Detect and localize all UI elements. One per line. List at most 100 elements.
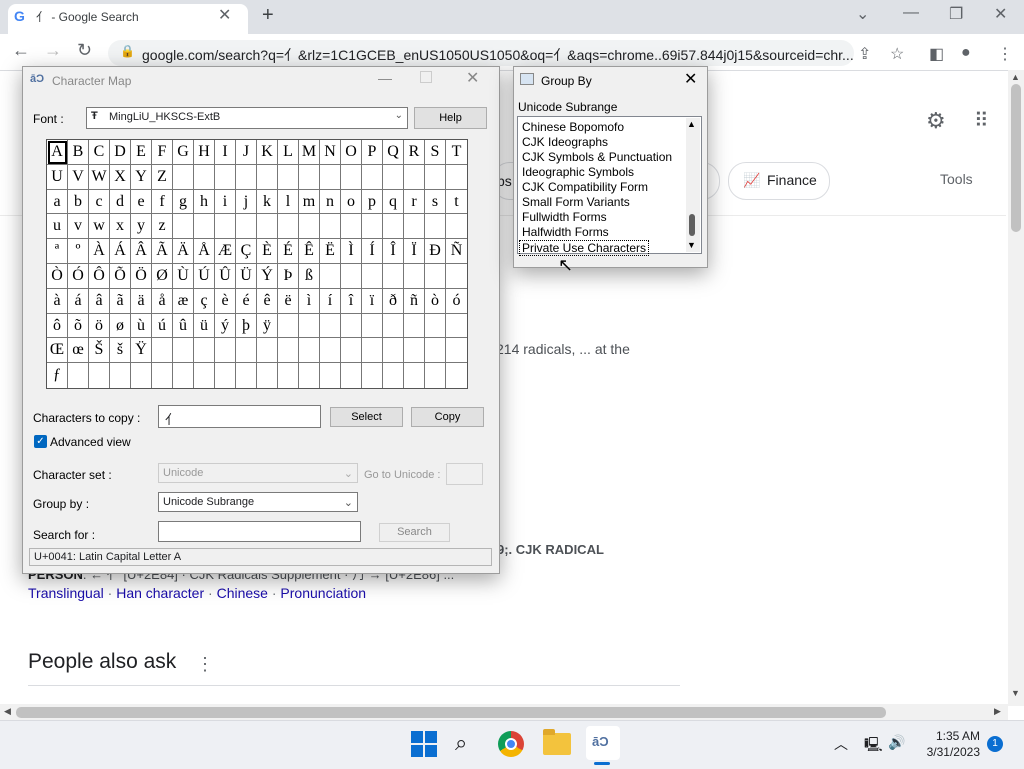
character-cell[interactable]: N: [320, 140, 341, 165]
reload-icon[interactable]: ↻: [77, 40, 92, 61]
character-cell[interactable]: R: [404, 140, 425, 165]
character-cell[interactable]: ÿ: [257, 313, 278, 339]
character-cell[interactable]: Ç: [236, 239, 257, 264]
character-cell[interactable]: [152, 363, 173, 388]
character-cell[interactable]: Î: [383, 239, 404, 264]
character-cell[interactable]: [362, 214, 383, 240]
character-cell[interactable]: Ý: [257, 263, 278, 289]
character-cell[interactable]: l: [278, 189, 299, 215]
character-cell[interactable]: G: [173, 140, 194, 165]
character-cell[interactable]: œ: [68, 338, 89, 364]
chevron-up-icon[interactable]: ︿: [834, 734, 848, 754]
character-cell[interactable]: ý: [215, 313, 236, 339]
character-cell[interactable]: Œ: [47, 338, 68, 364]
search-for-input[interactable]: [158, 521, 361, 542]
character-cell[interactable]: [425, 338, 446, 364]
clock-time[interactable]: 1:35 AM: [930, 729, 980, 743]
character-cell[interactable]: I: [215, 140, 236, 165]
character-cell[interactable]: ç: [194, 288, 215, 314]
character-cell[interactable]: [383, 313, 404, 339]
unicode-subrange-list[interactable]: Chinese Bopomofo CJK Ideographs CJK Symbol…: [517, 116, 702, 256]
character-cell[interactable]: [299, 363, 320, 388]
character-cell[interactable]: ð: [383, 288, 404, 314]
character-cell[interactable]: Q: [383, 140, 404, 165]
list-item[interactable]: Small Form Variants: [522, 195, 630, 209]
list-item[interactable]: Chinese Bopomofo: [522, 120, 624, 134]
character-cell[interactable]: [341, 313, 362, 339]
character-cell[interactable]: h: [194, 189, 215, 215]
character-cell[interactable]: õ: [68, 313, 89, 339]
character-cell[interactable]: ƒ: [47, 363, 68, 388]
filter-chip-finance[interactable]: 📈 Finance: [728, 162, 830, 200]
character-cell[interactable]: Û: [215, 263, 236, 289]
character-cell[interactable]: o: [341, 189, 362, 215]
character-cell[interactable]: [341, 363, 362, 388]
list-item[interactable]: Fullwidth Forms: [522, 210, 607, 224]
clock-date[interactable]: 3/31/2023: [920, 745, 980, 759]
character-cell[interactable]: Õ: [110, 263, 131, 289]
bookmark-star-icon[interactable]: ☆: [890, 44, 904, 64]
character-cell[interactable]: [404, 363, 425, 388]
character-cell[interactable]: Á: [110, 239, 131, 264]
character-cell[interactable]: Æ: [215, 239, 236, 264]
character-cell[interactable]: [446, 165, 467, 190]
scroll-up-arrow-icon[interactable]: ▲: [687, 119, 696, 129]
advanced-view-checkbox[interactable]: ✓: [34, 435, 47, 448]
character-cell[interactable]: Ê: [299, 239, 320, 264]
list-item[interactable]: CJK Symbols & Punctuation: [522, 150, 672, 164]
character-cell[interactable]: [173, 164, 194, 190]
character-cell[interactable]: [446, 214, 467, 240]
character-cell[interactable]: [320, 363, 341, 388]
file-explorer-icon[interactable]: [543, 729, 571, 755]
character-cell[interactable]: å: [152, 288, 173, 314]
notification-badge[interactable]: 1: [987, 736, 1003, 752]
character-cell[interactable]: Ë: [320, 239, 341, 264]
character-cell[interactable]: [404, 214, 425, 240]
volume-icon[interactable]: 🔊: [888, 734, 905, 751]
character-cell[interactable]: Å: [194, 239, 215, 264]
character-cell[interactable]: Y: [131, 164, 152, 190]
close-icon[interactable]: ✕: [466, 68, 479, 88]
character-cell[interactable]: K: [257, 140, 278, 165]
character-cell[interactable]: [404, 313, 425, 339]
character-cell[interactable]: Ñ: [446, 239, 467, 264]
windows-start-icon[interactable]: [411, 731, 437, 757]
character-cell[interactable]: Š: [89, 338, 110, 364]
new-tab-icon[interactable]: +: [262, 4, 274, 27]
character-cell[interactable]: Ÿ: [131, 338, 152, 364]
character-cell[interactable]: ñ: [404, 288, 425, 314]
character-cell[interactable]: û: [173, 313, 194, 339]
character-cell[interactable]: Ò: [47, 263, 68, 289]
font-dropdown[interactable]: Ŧ MingLiU_HKSCS-ExtB ⌄: [86, 107, 408, 129]
profile-avatar-icon[interactable]: ●: [961, 44, 971, 62]
character-cell[interactable]: [362, 164, 383, 190]
character-cell[interactable]: [362, 338, 383, 364]
character-cell[interactable]: u: [47, 214, 68, 240]
character-cell[interactable]: [131, 363, 152, 388]
character-cell[interactable]: º: [68, 239, 89, 264]
character-cell[interactable]: [341, 338, 362, 364]
character-cell[interactable]: F: [152, 140, 173, 165]
character-cell[interactable]: [341, 164, 362, 190]
character-cell[interactable]: M: [299, 140, 320, 165]
character-cell[interactable]: Ö: [131, 263, 152, 289]
side-panel-icon[interactable]: ◧: [929, 44, 944, 64]
character-cell[interactable]: [362, 263, 383, 289]
character-cell[interactable]: [446, 264, 467, 289]
character-cell[interactable]: [194, 338, 215, 364]
character-cell[interactable]: [173, 338, 194, 364]
character-cell[interactable]: [194, 214, 215, 240]
character-cell[interactable]: í: [320, 288, 341, 314]
back-icon[interactable]: ←: [12, 40, 30, 61]
character-cell[interactable]: [383, 164, 404, 190]
character-cell[interactable]: [278, 338, 299, 364]
character-cell[interactable]: [173, 214, 194, 240]
close-icon[interactable]: ✕: [684, 69, 697, 89]
character-cell[interactable]: î: [341, 288, 362, 314]
list-item[interactable]: CJK Ideographs: [522, 135, 608, 149]
characters-to-copy-input[interactable]: ⺅: [158, 405, 321, 428]
character-cell[interactable]: [425, 263, 446, 289]
tab-close-icon[interactable]: ✕: [218, 5, 231, 25]
character-cell[interactable]: ß: [299, 263, 320, 289]
copy-button[interactable]: Copy: [411, 407, 484, 427]
